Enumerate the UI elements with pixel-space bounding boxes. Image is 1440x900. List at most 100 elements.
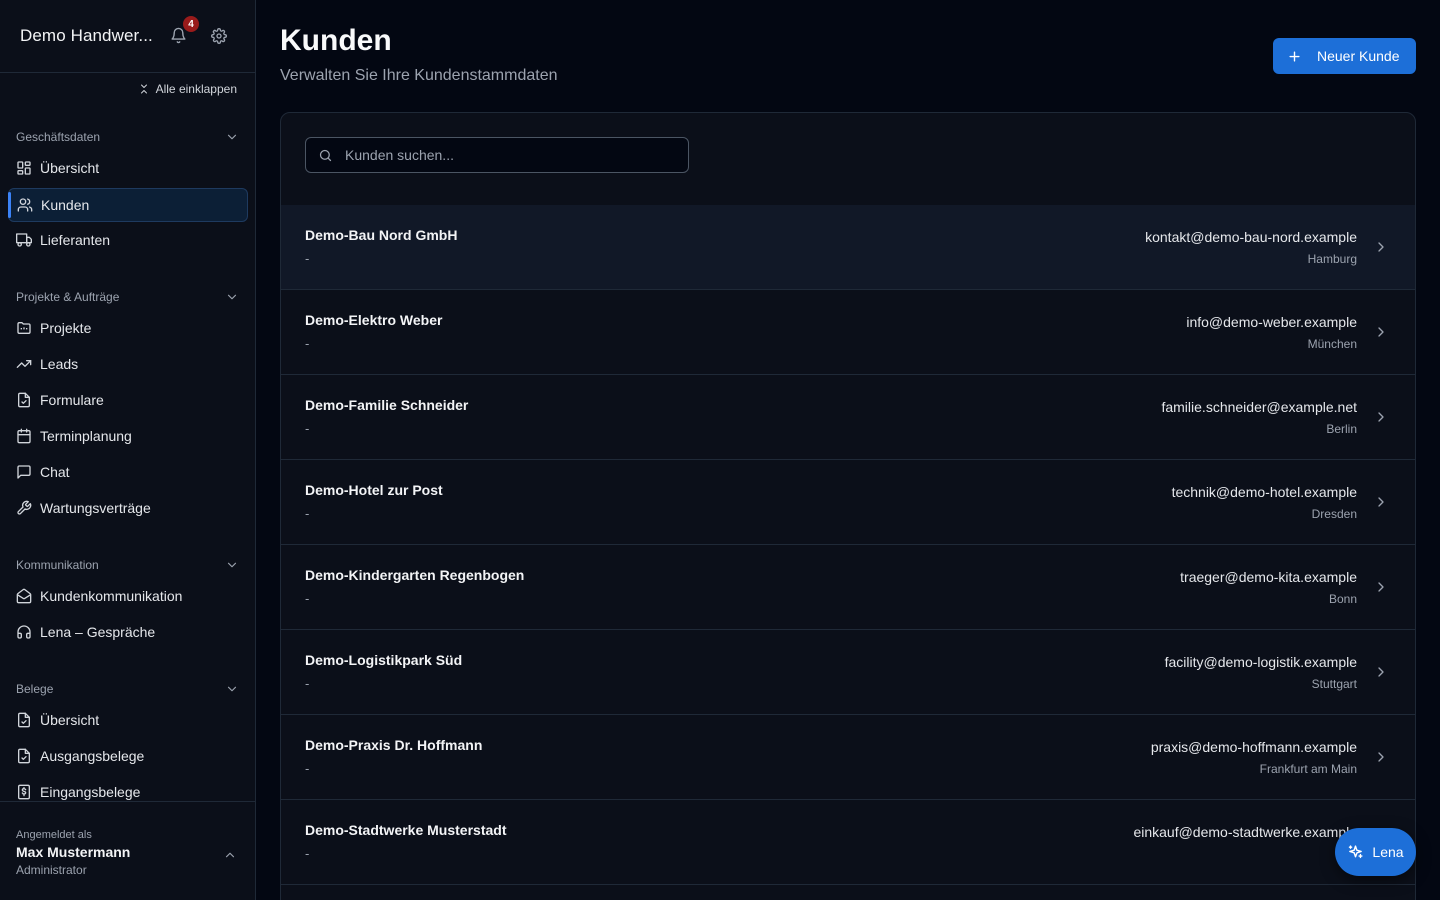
- section-kommunikation[interactable]: Kommunikation: [16, 556, 239, 574]
- customer-contact: -: [305, 336, 310, 351]
- mail-open-icon: [16, 588, 32, 604]
- chat-icon: [16, 464, 32, 480]
- customer-name: Demo-Familie Schneider: [305, 397, 469, 413]
- customer-city: Berlin: [1326, 422, 1357, 436]
- sidebar-item-leads[interactable]: Leads: [8, 347, 248, 381]
- search-box[interactable]: [305, 137, 689, 173]
- customer-row[interactable]: Demo-Logistikpark Süd - facility@demo-logi…: [281, 630, 1415, 715]
- collapse-all-button[interactable]: Alle einklappen: [138, 82, 237, 96]
- customer-city: Stuttgart: [1311, 677, 1357, 691]
- trending-up-icon: [16, 356, 32, 372]
- chevron-right-icon: [1373, 749, 1389, 765]
- sidebar-item-projekte[interactable]: Projekte: [8, 311, 248, 345]
- chevron-down-icon: [225, 290, 239, 304]
- sidebar-item-label: Eingangsbelege: [40, 784, 141, 800]
- customer-email: traeger@demo-kita.example: [1180, 569, 1357, 585]
- chevron-down-icon: [225, 682, 239, 696]
- customer-contact: -: [305, 761, 310, 776]
- customer-city: München: [1307, 337, 1357, 351]
- sidebar-item-label: Lena – Gespräche: [40, 624, 156, 640]
- headphones-icon: [16, 624, 32, 640]
- chevron-right-icon: [1373, 494, 1389, 510]
- main-content: Kunden Verwalten Sie Ihre Kundenstammdat…: [256, 0, 1440, 900]
- customer-city: Bonn: [1328, 592, 1357, 606]
- sidebar-item-chat[interactable]: Chat: [8, 455, 248, 489]
- search-input[interactable]: [345, 147, 665, 163]
- sidebar-item-belege-uebersicht[interactable]: Übersicht: [8, 703, 248, 737]
- sidebar-item-wartungsvertraege[interactable]: Wartungsverträge: [8, 491, 248, 525]
- chevron-right-icon: [1373, 324, 1389, 340]
- sidebar-item-label: Terminplanung: [40, 428, 132, 444]
- search-icon: [318, 148, 333, 163]
- page-title: Kunden: [280, 24, 392, 57]
- customer-email: einkauf@demo-stadtwerke.example: [1133, 824, 1357, 840]
- gear-icon[interactable]: [211, 28, 227, 44]
- users-icon: [17, 197, 33, 213]
- sidebar-item-kundenkommunikation[interactable]: Kundenkommunikation: [8, 579, 248, 613]
- chevron-right-icon: [1373, 239, 1389, 255]
- section-belege[interactable]: Belege: [16, 680, 239, 698]
- sidebar-item-formulare[interactable]: Formulare: [8, 383, 248, 417]
- user-role: Administrator: [16, 863, 87, 877]
- customer-row[interactable]: Demo-Familie Schneider - familie.schneider…: [281, 375, 1415, 460]
- customer-row[interactable]: Demo-Hotel zur Post - technik@demo-hotel.e…: [281, 460, 1415, 545]
- lena-assistant-button[interactable]: Lena: [1335, 828, 1416, 876]
- collapse-all-label: Alle einklappen: [155, 82, 237, 96]
- sidebar-nav[interactable]: Geschäftsdaten Übersicht Kunden Lieferan…: [0, 120, 255, 801]
- section-projekte-auftraege[interactable]: Projekte & Aufträge: [16, 288, 239, 306]
- receipt-icon: [16, 784, 32, 800]
- sidebar-item-lena-gespraeche[interactable]: Lena – Gespräche: [8, 615, 248, 649]
- customer-name: Demo-Stadtwerke Musterstadt: [305, 822, 507, 838]
- customer-row[interactable]: Demo-Elektro Weber - info@demo-weber.examp…: [281, 290, 1415, 375]
- chevron-up-icon[interactable]: [223, 848, 237, 862]
- calendar-icon: [16, 428, 32, 444]
- sidebar-item-label: Kundenkommunikation: [40, 588, 183, 604]
- sidebar-item-eingangsbelege[interactable]: Eingangsbelege: [8, 775, 248, 801]
- customer-contact: -: [305, 421, 310, 436]
- sidebar-item-label: Chat: [40, 464, 70, 480]
- customer-name: Demo-Bau Nord GmbH: [305, 227, 458, 243]
- truck-icon: [16, 232, 32, 248]
- customer-email: familie.schneider@example.net: [1161, 399, 1357, 415]
- section-geschaeftsdaten[interactable]: Geschäftsdaten: [16, 128, 239, 146]
- sidebar-item-terminplanung[interactable]: Terminplanung: [8, 419, 248, 453]
- sidebar-item-label: Projekte: [40, 320, 92, 336]
- customer-row[interactable]: Demo-Stadtwerke Musterstadt - einkauf@demo…: [281, 800, 1415, 885]
- customer-email: kontakt@demo-bau-nord.example: [1145, 229, 1357, 245]
- section-title: Geschäftsdaten: [16, 130, 101, 144]
- file-check-icon: [16, 748, 32, 764]
- new-customer-label: Neuer Kunde: [1317, 48, 1400, 64]
- wrench-icon: [16, 500, 32, 516]
- customer-name: Demo-Hotel zur Post: [305, 482, 443, 498]
- customer-email: info@demo-weber.example: [1186, 314, 1357, 330]
- section-title: Projekte & Aufträge: [16, 290, 120, 304]
- customer-row[interactable]: Demo-Kindergarten Regenbogen - traeger@dem…: [281, 545, 1415, 630]
- customer-city: Hamburg: [1307, 252, 1357, 266]
- new-customer-button[interactable]: Neuer Kunde: [1273, 38, 1416, 74]
- customer-row[interactable]: Demo-Bau Nord GmbH - kontakt@demo-bau-nord…: [281, 205, 1415, 290]
- customer-email: facility@demo-logistik.example: [1164, 654, 1357, 670]
- signed-in-label: Angemeldet als: [16, 829, 92, 841]
- chevron-right-icon: [1373, 409, 1389, 425]
- sidebar-item-lieferanten[interactable]: Lieferanten: [8, 223, 248, 257]
- lena-label: Lena: [1372, 844, 1404, 860]
- app-title: Demo Handwer...: [20, 26, 153, 45]
- chevron-down-icon: [225, 558, 239, 572]
- customer-name: Demo-Logistikpark Süd: [305, 652, 463, 668]
- sidebar-item-kunden[interactable]: Kunden: [8, 188, 248, 222]
- customer-contact: -: [305, 676, 310, 691]
- customer-row[interactable]: Demo-Praxis Dr. Hoffmann - praxis@demo-hof…: [281, 715, 1415, 800]
- customer-email: technik@demo-hotel.example: [1171, 484, 1357, 500]
- customer-email: praxis@demo-hoffmann.example: [1150, 739, 1357, 755]
- sidebar-item-ausgangsbelege[interactable]: Ausgangsbelege: [8, 739, 248, 773]
- sidebar-item-uebersicht[interactable]: Übersicht: [8, 151, 248, 185]
- sidebar-item-label: Wartungsverträge: [40, 500, 151, 516]
- user-menu[interactable]: Angemeldet als Max Mustermann Administra…: [0, 801, 255, 900]
- customer-name: Demo-Elektro Weber: [305, 312, 443, 328]
- user-name: Max Mustermann: [16, 844, 131, 860]
- sidebar-item-label: Lieferanten: [40, 232, 111, 248]
- sidebar-item-label: Ausgangsbelege: [40, 748, 145, 764]
- page-subtitle: Verwalten Sie Ihre Kundenstammdaten: [280, 67, 558, 84]
- customer-name: Demo-Praxis Dr. Hoffmann: [305, 737, 483, 753]
- customer-contact: -: [305, 506, 310, 521]
